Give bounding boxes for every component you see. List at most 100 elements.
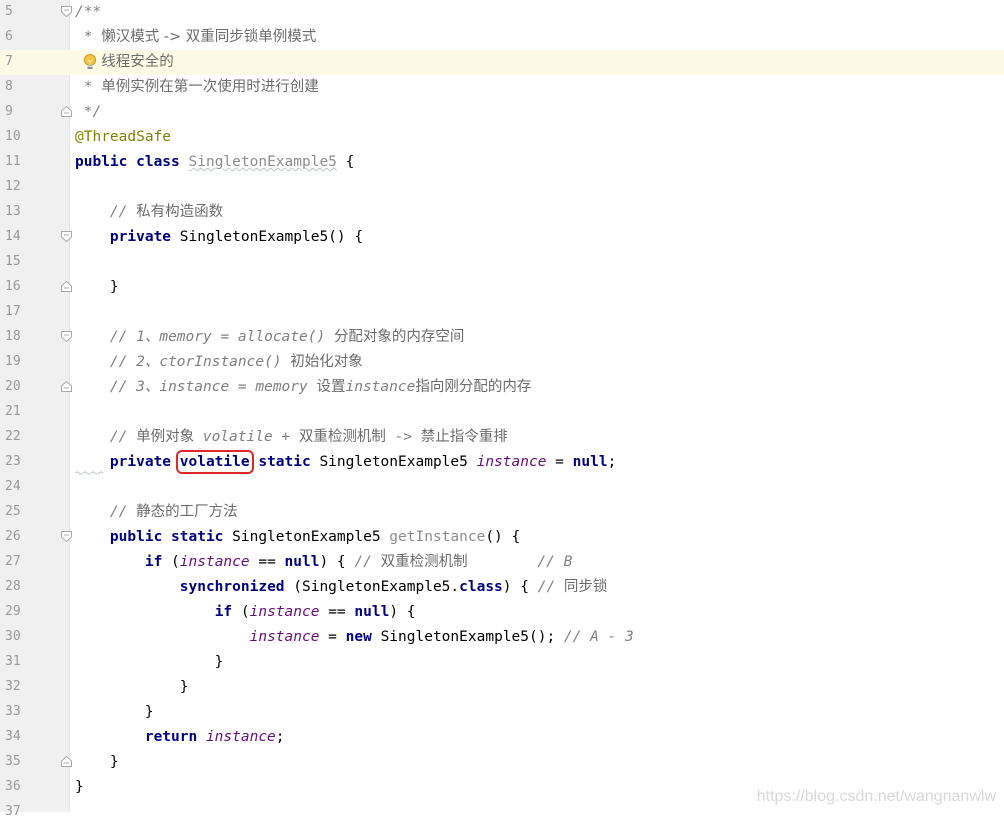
code-line[interactable]: 16 } — [0, 275, 1004, 300]
code-line[interactable]: 5 /** — [0, 0, 1004, 25]
code-text[interactable]: */ — [75, 102, 101, 122]
line-number[interactable]: 13 — [5, 203, 45, 221]
line-number[interactable]: 7 — [5, 53, 45, 71]
line-number[interactable]: 20 — [5, 378, 45, 396]
code-text[interactable]: instance = new SingletonExample5(); // A… — [75, 627, 634, 647]
code-line[interactable]: 30 instance = new SingletonExample5(); /… — [0, 625, 1004, 650]
code-line[interactable]: 32 } — [0, 675, 1004, 700]
line-number[interactable]: 33 — [5, 703, 45, 721]
line-number[interactable]: 31 — [5, 653, 45, 671]
line-number[interactable]: 19 — [5, 353, 45, 371]
code-line[interactable]: 28 synchronized (SingletonExample5.class… — [0, 575, 1004, 600]
code-text[interactable]: * 懒汉模式 -> 双重同步锁单例模式 — [75, 27, 317, 47]
code-text[interactable]: // 1、memory = allocate() 分配对象的内存空间 — [75, 327, 465, 347]
code-text[interactable]: // 静态的工厂方法 — [75, 502, 238, 522]
code-text[interactable]: } — [75, 677, 189, 697]
code-text[interactable]: } — [75, 652, 224, 672]
line-number[interactable]: 25 — [5, 503, 45, 521]
code-line[interactable]: 10 @ThreadSafe — [0, 125, 1004, 150]
code-line[interactable]: 8 * 单例实例在第一次使用时进行创建 — [0, 75, 1004, 100]
line-number[interactable]: 30 — [5, 628, 45, 646]
line-number[interactable]: 8 — [5, 78, 45, 96]
code-line[interactable]: 9 */ — [0, 100, 1004, 125]
code-text[interactable]: /** — [75, 2, 101, 22]
code-line[interactable]: 23 private volatile static SingletonExam… — [0, 450, 1004, 475]
line-number[interactable]: 21 — [5, 403, 45, 421]
line-number[interactable]: 24 — [5, 478, 45, 496]
fold-open-icon[interactable] — [61, 231, 72, 242]
code-line[interactable]: 25 // 静态的工厂方法 — [0, 500, 1004, 525]
code-text[interactable]: if (instance == null) { — [75, 602, 416, 622]
fold-close-icon[interactable] — [61, 756, 72, 767]
fold-open-icon[interactable] — [61, 531, 72, 542]
line-number[interactable]: 11 — [5, 153, 45, 171]
code-line[interactable]: 17 — [0, 300, 1004, 325]
fold-close-icon[interactable] — [61, 381, 72, 392]
line-number[interactable]: 23 — [5, 453, 45, 471]
code-text[interactable]: // 2、ctorInstance() 初始化对象 — [75, 352, 363, 372]
code-text[interactable]: return instance; — [75, 727, 285, 747]
code-line[interactable]: 35 } — [0, 750, 1004, 775]
line-number[interactable]: 16 — [5, 278, 45, 296]
code-text[interactable]: private SingletonExample5() { — [75, 227, 363, 247]
code-text[interactable]: // 私有构造函数 — [75, 202, 223, 222]
code-line[interactable]: 7 线程安全的 — [0, 50, 1004, 75]
code-text[interactable]: // 3、instance = memory 设置instance指向刚分配的内… — [75, 377, 531, 397]
code-text[interactable]: private volatile static SingletonExample… — [75, 450, 616, 474]
code-editor[interactable]: 5/** 6 * 懒汉模式 -> 双重同步锁单例模式 7 线程安全的 8 * 单例实例… — [0, 0, 1004, 819]
code-line[interactable]: 18 // 1、memory = allocate() 分配对象的内存空间 — [0, 325, 1004, 350]
code-line[interactable]: 31 } — [0, 650, 1004, 675]
line-number[interactable]: 29 — [5, 603, 45, 621]
code-line[interactable]: 27 if (instance == null) { // 双重检测机制 // … — [0, 550, 1004, 575]
code-text[interactable]: // 单例对象 volatile + 双重检测机制 -> 禁止指令重排 — [75, 427, 508, 447]
code-line[interactable]: 34 return instance; — [0, 725, 1004, 750]
code-text[interactable]: * 单例实例在第一次使用时进行创建 — [75, 77, 319, 97]
code-line[interactable]: 12 — [0, 175, 1004, 200]
line-number[interactable]: 9 — [5, 103, 45, 121]
code-text[interactable]: 线程安全的 — [75, 52, 174, 72]
line-number[interactable]: 35 — [5, 753, 45, 771]
line-number[interactable]: 10 — [5, 128, 45, 146]
line-number[interactable]: 15 — [5, 253, 45, 271]
line-number[interactable]: 28 — [5, 578, 45, 596]
code-line[interactable]: 24 — [0, 475, 1004, 500]
code-text[interactable]: } — [75, 702, 154, 722]
code-line[interactable]: 14 private SingletonExample5() { — [0, 225, 1004, 250]
code-line[interactable]: 19 // 2、ctorInstance() 初始化对象 — [0, 350, 1004, 375]
fold-close-icon[interactable] — [61, 106, 72, 117]
code-line[interactable]: 33 } — [0, 700, 1004, 725]
code-text[interactable]: public static SingletonExample5 getInsta… — [75, 527, 520, 547]
line-number[interactable]: 34 — [5, 728, 45, 746]
code-text[interactable]: } — [75, 777, 84, 797]
line-number[interactable]: 32 — [5, 678, 45, 696]
code-text[interactable]: if (instance == null) { // 双重检测机制 // B — [75, 552, 573, 572]
code-text[interactable]: synchronized (SingletonExample5.class) {… — [75, 577, 608, 597]
line-number[interactable]: 18 — [5, 328, 45, 346]
code-line[interactable]: 22 // 单例对象 volatile + 双重检测机制 -> 禁止指令重排 — [0, 425, 1004, 450]
fold-close-icon[interactable] — [61, 281, 72, 292]
line-number[interactable]: 36 — [5, 778, 45, 796]
fold-open-icon[interactable] — [61, 331, 72, 342]
code-line[interactable]: 20 // 3、instance = memory 设置instance指向刚分… — [0, 375, 1004, 400]
line-number[interactable]: 12 — [5, 178, 45, 196]
line-number[interactable]: 14 — [5, 228, 45, 246]
line-number[interactable]: 37 — [5, 803, 45, 821]
code-text[interactable]: @ThreadSafe — [75, 127, 171, 147]
code-text[interactable]: } — [75, 277, 119, 297]
line-number[interactable]: 22 — [5, 428, 45, 446]
code-line[interactable]: 13 // 私有构造函数 — [0, 200, 1004, 225]
code-text[interactable]: public class SingletonExample5 { — [75, 152, 354, 172]
code-line[interactable]: 15 — [0, 250, 1004, 275]
code-line[interactable]: 29 if (instance == null) { — [0, 600, 1004, 625]
code-line[interactable]: 11 public class SingletonExample5 { — [0, 150, 1004, 175]
line-number[interactable]: 5 — [5, 3, 45, 21]
code-text[interactable]: } — [75, 752, 119, 772]
line-number[interactable]: 6 — [5, 28, 45, 46]
line-number[interactable]: 17 — [5, 303, 45, 321]
line-number[interactable]: 26 — [5, 528, 45, 546]
code-line[interactable]: 21 — [0, 400, 1004, 425]
code-line[interactable]: 6 * 懒汉模式 -> 双重同步锁单例模式 — [0, 25, 1004, 50]
line-number[interactable]: 27 — [5, 553, 45, 571]
fold-open-icon[interactable] — [61, 6, 72, 17]
code-line[interactable]: 26 public static SingletonExample5 getIn… — [0, 525, 1004, 550]
